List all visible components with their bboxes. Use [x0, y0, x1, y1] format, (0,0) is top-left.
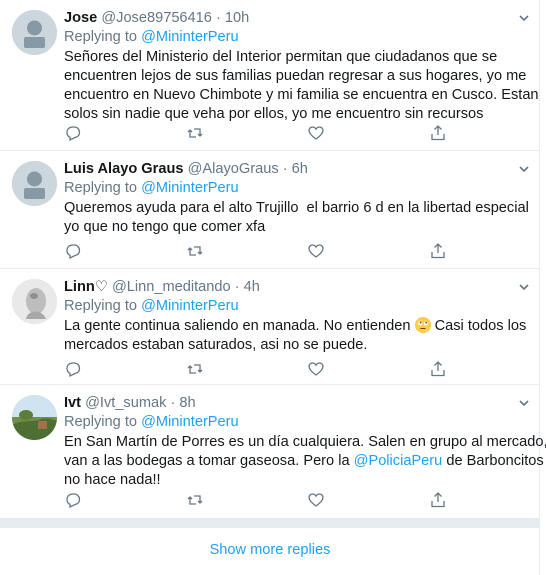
mention-link[interactable]: @PoliciaPeru [354, 453, 443, 469]
tweet-text-line: La gente continua saliendo en manada. No… [64, 317, 528, 336]
tweet-actions [64, 491, 464, 509]
tweet[interactable]: Ivt @Ivt_sumak · 8h Replying to @Mininte… [0, 385, 546, 518]
tweet-text: Señores del Ministerio del Interior perm… [64, 48, 539, 124]
share-icon[interactable] [429, 242, 447, 260]
separator-dot: · [234, 279, 240, 295]
avatar[interactable] [12, 161, 57, 206]
default-avatar-icon [12, 10, 57, 55]
tweet-header: Linn♡ @Linn_meditando · 4h [64, 278, 528, 297]
tweet-text-line: encuentren lejos de sus familias puedan … [64, 68, 527, 84]
like-icon[interactable] [307, 242, 325, 260]
reply-icon[interactable] [64, 124, 82, 142]
reply-icon[interactable] [64, 242, 82, 260]
rolling-eyes-emoji-icon [414, 317, 431, 333]
display-name[interactable]: Luis Alayo Graus [64, 161, 184, 177]
replying-to-label: Replying to [64, 298, 138, 314]
display-name[interactable]: Ivt [64, 395, 81, 411]
tweet-text-segment: van a las bodegas a tomar gaseosa. Pero … [64, 453, 350, 469]
tweet-text-line: encuentro en Nuevo Chimbote y mi familia… [64, 87, 539, 103]
separator-dot: · [282, 161, 288, 177]
tweet-text: En San Martín de Porres es un día cualqu… [64, 433, 546, 490]
tweet-text-line: van a las bodegas a tomar gaseosa. Pero … [64, 452, 544, 471]
tweet-text-line: yo que no tengo que comer xfa [64, 219, 266, 235]
handle[interactable]: @AlayoGraus [188, 161, 279, 177]
section-divider [0, 518, 540, 528]
show-more-replies-button[interactable]: Show more replies [0, 528, 540, 575]
tweet-text-line: no hace nada!! [64, 472, 161, 488]
tweet-actions [64, 360, 464, 378]
tweet-header: Luis Alayo Graus @AlayoGraus · 6h [64, 160, 528, 179]
replying-to-label: Replying to [64, 414, 138, 430]
like-icon[interactable] [307, 491, 325, 509]
chevron-down-icon[interactable] [518, 281, 530, 293]
replying-to: Replying to @MininterPeru [64, 297, 528, 316]
share-icon[interactable] [429, 491, 447, 509]
tweet[interactable]: Linn♡ @Linn_meditando · 4h Replying to @… [0, 269, 540, 385]
replies-panel: Jose @Jose89756416 · 10h Replying to @Mi… [0, 0, 546, 575]
retweet-icon[interactable] [186, 491, 204, 509]
separator-dot: · [170, 395, 176, 411]
reply-icon[interactable] [64, 491, 82, 509]
share-icon[interactable] [429, 124, 447, 142]
tweet-actions [64, 242, 464, 260]
replying-to: Replying to @MininterPeru [64, 28, 528, 47]
default-avatar-icon [12, 161, 57, 206]
retweet-icon[interactable] [186, 124, 204, 142]
tweet-text-line: solos sin nadie que veha por ellos, yo m… [64, 106, 484, 122]
replying-to-label: Replying to [64, 29, 138, 45]
tweet-text-segment: Casi todos los [434, 318, 527, 334]
tweet-header: Jose @Jose89756416 · 10h [64, 9, 528, 28]
chevron-down-icon[interactable] [518, 163, 530, 175]
profile-photo [12, 395, 57, 440]
timestamp[interactable]: 8h [179, 395, 195, 411]
tweet[interactable]: Luis Alayo Graus @AlayoGraus · 6h Replyi… [0, 151, 540, 269]
mention-link[interactable]: @MininterPeru [141, 414, 239, 430]
chevron-down-icon[interactable] [518, 397, 530, 409]
like-icon[interactable] [307, 360, 325, 378]
avatar[interactable] [12, 395, 57, 440]
separator-dot: · [215, 10, 221, 26]
tweet-actions [64, 124, 464, 142]
replying-to-label: Replying to [64, 180, 138, 196]
tweet-header: Ivt @Ivt_sumak · 8h [64, 394, 528, 413]
display-name[interactable]: Linn♡ [64, 279, 108, 295]
mention-link[interactable]: @MininterPeru [141, 298, 239, 314]
retweet-icon[interactable] [186, 242, 204, 260]
chevron-down-icon[interactable] [518, 12, 530, 24]
timestamp[interactable]: 6h [292, 161, 308, 177]
reply-icon[interactable] [64, 360, 82, 378]
tweet-text-line: Queremos ayuda para el alto Trujillo el … [64, 200, 529, 216]
tweet[interactable]: Jose @Jose89756416 · 10h Replying to @Mi… [0, 0, 540, 151]
timestamp[interactable]: 10h [225, 10, 249, 26]
share-icon[interactable] [429, 360, 447, 378]
replying-to: Replying to @MininterPeru [64, 179, 528, 198]
tweet-text-line: Señores del Ministerio del Interior perm… [64, 49, 498, 65]
tweet-text-segment: La gente continua saliendo en manada. No… [64, 318, 411, 334]
like-icon[interactable] [307, 124, 325, 142]
timestamp[interactable]: 4h [244, 279, 260, 295]
tweet-text-segment: de Barboncitos [446, 453, 544, 469]
mention-link[interactable]: @MininterPeru [141, 29, 239, 45]
display-name[interactable]: Jose [64, 10, 97, 26]
profile-photo [12, 279, 57, 324]
tweet-text-line: En San Martín de Porres es un día cualqu… [64, 434, 546, 450]
tweet-text: Queremos ayuda para el alto Trujillo el … [64, 199, 529, 237]
replying-to: Replying to @MininterPeru [64, 413, 528, 432]
handle[interactable]: @Linn_meditando [112, 279, 231, 295]
avatar[interactable] [12, 279, 57, 324]
handle[interactable]: @Jose89756416 [101, 10, 212, 26]
retweet-icon[interactable] [186, 360, 204, 378]
tweet-text-line: mercados estaban saturados, asi no se pu… [64, 337, 368, 353]
handle[interactable]: @Ivt_sumak [85, 395, 166, 411]
tweet-text: La gente continua saliendo en manada. No… [64, 317, 528, 355]
avatar[interactable] [12, 10, 57, 55]
mention-link[interactable]: @MininterPeru [141, 180, 239, 196]
